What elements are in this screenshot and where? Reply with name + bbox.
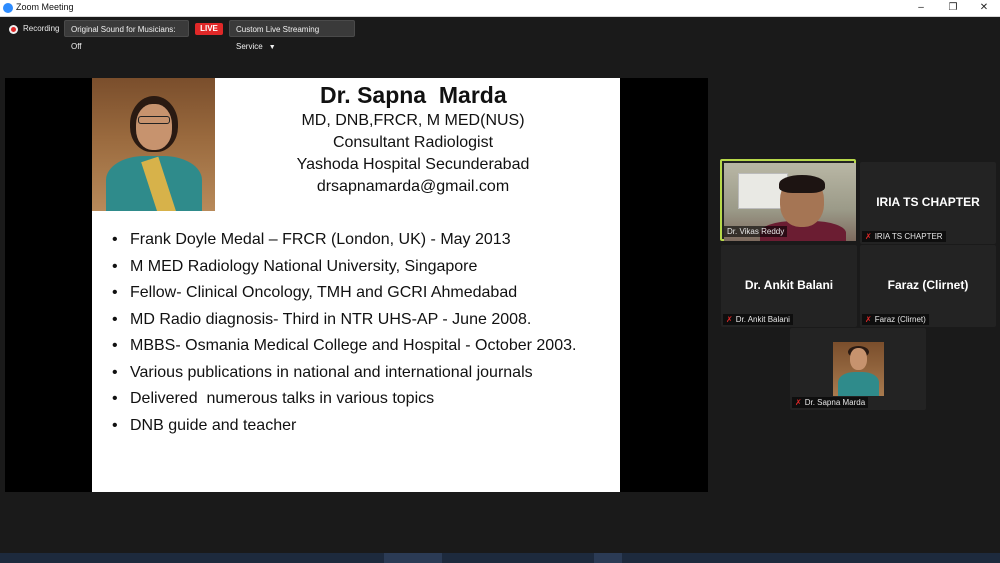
slide-hospital: Yashoda Hospital Secunderabad xyxy=(296,156,530,173)
live-streaming-dropdown[interactable]: Custom Live Streaming Service ▼ xyxy=(229,20,355,51)
participant-display-name: IRIA TS CHAPTER xyxy=(876,195,980,209)
participant-display-name: Faraz (Clirnet) xyxy=(887,278,969,292)
list-item: • Various publications in national and in… xyxy=(112,363,533,381)
minimize-button[interactable]: – xyxy=(910,1,932,15)
list-item: • DNB guide and teacher xyxy=(112,416,297,434)
list-item: • MBBS- Osmania Medical College and Hospi… xyxy=(112,337,577,354)
live-badge[interactable]: LIVE xyxy=(195,23,223,35)
list-item: • M MED Radiology National University, Si… xyxy=(112,257,478,275)
slide-speaker-name: Dr. Sapna Marda xyxy=(320,82,507,108)
mic-muted-icon: ✗ xyxy=(865,315,872,324)
list-item: • MD Radio diagnosis- Third in NTR UHS-AP… xyxy=(112,310,532,328)
window-title-bar: Zoom Meeting – ❐ ✕ xyxy=(0,0,1000,17)
participant-name-label: ✗ Faraz (Clirnet) xyxy=(862,314,929,325)
speaker-photo xyxy=(92,78,215,211)
mic-muted-icon: ✗ xyxy=(865,232,872,241)
live-streaming-label: Custom Live Streaming Service xyxy=(236,25,320,51)
participant-tile-vikas-reddy[interactable]: Dr. Vikas Reddy xyxy=(720,159,856,241)
original-sound-button[interactable]: Original Sound for Musicians: Off xyxy=(64,20,189,51)
close-button[interactable]: ✕ xyxy=(973,1,995,15)
mic-muted-icon: ✗ xyxy=(795,398,802,407)
taskbar-item[interactable] xyxy=(384,553,442,563)
participant-tile-ankit-balani[interactable]: Dr. Ankit Balani ✗ Dr. Ankit Balani xyxy=(721,245,857,327)
participant-tile-iria-ts-chapter[interactable]: IRIA TS CHAPTER ✗ IRIA TS CHAPTER xyxy=(860,162,996,244)
mic-muted-icon: ✗ xyxy=(726,315,733,324)
recording-icon[interactable] xyxy=(9,25,18,34)
participant-display-name: Dr. Ankit Balani xyxy=(744,278,834,292)
zoom-logo-icon xyxy=(3,3,13,13)
participant-name-label: ✗ Dr. Sapna Marda xyxy=(792,397,869,408)
list-item: • Fellow- Clinical Oncology, TMH and GCRI… xyxy=(112,284,518,301)
slide-degrees: MD, DNB,FRCR, M MED(NUS) xyxy=(301,112,525,129)
participant-name-label: ✗ IRIA TS CHAPTER xyxy=(862,231,946,242)
list-item: • Frank Doyle Medal – FRCR (London, UK) -… xyxy=(112,231,511,248)
participant-name-label: ✗ Dr. Ankit Balani xyxy=(723,314,793,325)
chevron-down-icon: ▼ xyxy=(268,44,276,51)
window-title: Zoom Meeting xyxy=(16,2,74,12)
slide-bullet-list: • Frank Doyle Medal – FRCR (London, UK) -… xyxy=(112,230,576,442)
recording-label[interactable]: Recording xyxy=(23,24,59,33)
participant-name-label: Dr. Vikas Reddy xyxy=(724,226,788,237)
participant-avatar xyxy=(833,342,884,396)
list-item: • Delivered numerous talks in various top… xyxy=(112,390,435,407)
restore-button[interactable]: ❐ xyxy=(942,1,964,15)
slide-role: Consultant Radiologist xyxy=(332,134,494,151)
meeting-toolbar: Recording Original Sound for Musicians: … xyxy=(0,17,1000,51)
slide-email: drsapnamarda@gmail.com xyxy=(316,178,510,195)
taskbar-item[interactable] xyxy=(594,553,622,563)
participant-tile-faraz[interactable]: Faraz (Clirnet) ✗ Faraz (Clirnet) xyxy=(860,245,996,327)
os-taskbar xyxy=(0,553,1000,563)
